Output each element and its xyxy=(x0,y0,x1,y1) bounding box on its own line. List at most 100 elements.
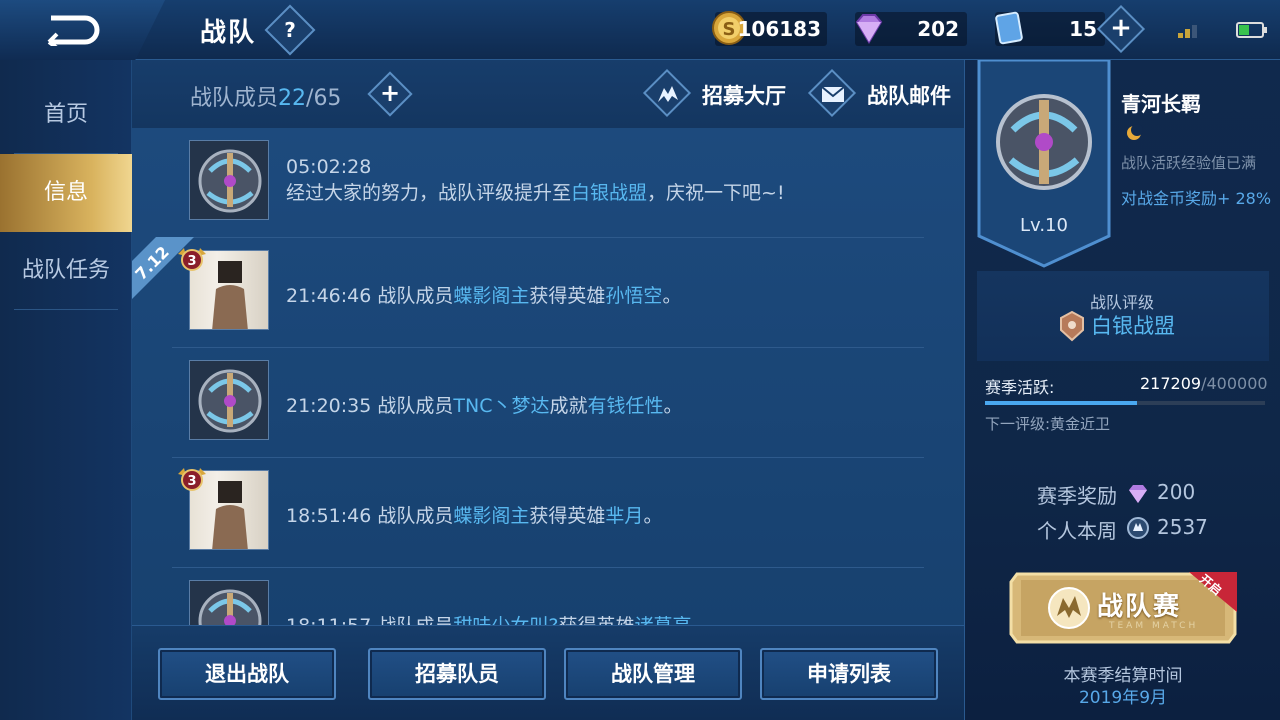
achievement-link[interactable]: 有钱任性 xyxy=(588,395,664,417)
season-active-current: 217209 xyxy=(1140,374,1202,393)
moon-icon xyxy=(1127,124,1143,140)
weekly-points: 个人本周 2537 xyxy=(1037,515,1208,544)
plus-icon: + xyxy=(1110,13,1132,43)
gem-counter: 202 xyxy=(855,12,967,46)
date-flag: 7.12 xyxy=(132,237,194,299)
diamond-icon xyxy=(855,14,883,44)
team-match-button[interactable]: 战队赛 TEAM MATCH 开启 xyxy=(1009,572,1237,644)
rating-link[interactable]: 白银战盟 xyxy=(571,182,647,204)
team-match-title: 战队赛 xyxy=(1097,592,1182,622)
diamond-icon xyxy=(1129,485,1147,503)
member-name-link[interactable]: 蝶影阁主 xyxy=(453,505,529,527)
team-emblem-avatar xyxy=(189,140,269,220)
nav-item-label: 信息 xyxy=(43,180,88,205)
team-emblem-avatar xyxy=(189,360,269,440)
application-list-button[interactable]: 申请列表 xyxy=(760,648,938,700)
members-header: 战队成员22/65 + 招募大厅 战队邮件 xyxy=(132,60,964,128)
season-reward-label: 赛季奖励 xyxy=(1037,484,1117,508)
rank-badge-icon: 3 xyxy=(178,468,206,491)
team-points-icon xyxy=(1127,517,1149,539)
feed-item: 18:51:46 战队成员蝶影阁主获得英雄芈月。 xyxy=(172,458,924,568)
message-feed[interactable]: 05:02:28 经过大家的努力，战队评级提升至白银战盟，庆祝一下吧~! 21:… xyxy=(132,128,964,625)
recruit-members-button[interactable]: 招募队员 xyxy=(368,648,546,700)
back-arrow-icon xyxy=(47,15,100,46)
nav-divider xyxy=(14,309,118,310)
member-name-link[interactable]: 甜味少女叫? xyxy=(453,615,558,625)
weekly-label: 个人本周 xyxy=(1037,519,1117,543)
quit-team-button[interactable]: 退出战队 xyxy=(158,648,336,700)
message-segment: 经过大家的努力，战队评级提升至 xyxy=(286,182,572,204)
season-active-label: 赛季活跃: xyxy=(985,378,1055,397)
team-emblem-shield[interactable] xyxy=(977,60,1111,268)
message-segment: 战队成员 xyxy=(371,395,454,417)
season-active-value: 217209/400000 xyxy=(1140,374,1268,393)
back-button[interactable] xyxy=(0,0,165,60)
member-name-link[interactable]: 蝶影阁主 xyxy=(453,285,529,307)
message-time: 05:02:28 xyxy=(286,156,372,178)
exp-status: 战队活跃经验值已满 xyxy=(1121,154,1257,172)
hero-name-link[interactable]: 芈月 xyxy=(605,505,643,527)
message-time: 21:46:46 xyxy=(286,285,372,307)
team-match-subtitle: TEAM MATCH xyxy=(1109,621,1199,631)
nav-item-label: 战队任务 xyxy=(21,258,110,283)
page-title: 战队 xyxy=(200,18,257,48)
message-text: 21:20:35 战队成员TNC丶梦达成就有钱任性。 xyxy=(286,391,683,418)
feed-item: 21:20:35 战队成员TNC丶梦达成就有钱任性。 xyxy=(172,348,924,458)
season-progress-bar xyxy=(985,401,1265,405)
team-emblem-avatar xyxy=(189,580,269,625)
team-info-screen: 战队 ? S 106183 202 15 + 首页 信息 战队任务 战队成员22… xyxy=(0,0,1280,720)
nav-item-home[interactable]: 首页 xyxy=(0,76,132,154)
hero-name-link[interactable]: 诸葛亮 xyxy=(635,615,692,625)
hero-name-link[interactable]: 孙悟空 xyxy=(605,285,662,307)
coin-counter: S 106183 xyxy=(712,11,827,46)
message-segment: 战队成员 xyxy=(371,505,454,527)
message-time: 21:20:35 xyxy=(286,395,372,417)
nav-item-team-tasks[interactable]: 战队任务 xyxy=(0,232,132,310)
team-name: 青河长羁 xyxy=(1121,92,1201,116)
message-segment: 战队成员 xyxy=(371,285,454,307)
add-member-button[interactable]: + xyxy=(367,71,413,117)
message-segment: 战队成员 xyxy=(371,615,453,625)
mail-icon xyxy=(821,86,845,102)
message-segment: 获得英雄 xyxy=(529,505,606,527)
recruit-hall-label: 招募大厅 xyxy=(702,84,786,108)
coin-value: 106183 xyxy=(737,17,822,41)
season-active-max: /400000 xyxy=(1201,374,1268,393)
coin-bonus: 对战金币奖励+ 28% xyxy=(1121,189,1272,208)
anchor-emblem-icon xyxy=(198,369,262,433)
message-text: 18:51:46 战队成员蝶影阁主获得英雄芈月。 xyxy=(286,501,662,528)
team-mail-label: 战队邮件 xyxy=(867,84,951,108)
nav-item-label: 首页 xyxy=(43,102,88,127)
message-text: 经过大家的努力，战队评级提升至白银战盟，庆祝一下吧~! xyxy=(286,178,785,205)
top-bar: 战队 ? S 106183 202 15 + xyxy=(0,0,1280,60)
member-name-link[interactable]: TNC丶梦达 xyxy=(453,395,549,417)
card-value: 15 xyxy=(1069,17,1097,41)
message-text: 18:11:57 战队成员甜味少女叫?获得英雄诸葛亮 xyxy=(286,611,692,625)
card-ticket-icon xyxy=(995,11,1023,45)
season-reward: 赛季奖励 200 xyxy=(1037,480,1195,509)
team-level: Lv.10 xyxy=(1020,215,1068,236)
feed-item: 21:46:46 战队成员蝶影阁主获得英雄孙悟空。 xyxy=(172,238,924,348)
svg-text:S: S xyxy=(723,19,736,40)
anchor-emblem-icon xyxy=(198,589,262,625)
wolf-emblem-icon xyxy=(658,86,678,102)
nav-item-info[interactable]: 信息 xyxy=(0,154,132,232)
action-footer: 退出战队 招募队员 战队管理 申请列表 xyxy=(132,625,964,720)
silver-rank-icon xyxy=(1060,310,1084,342)
battery-icon xyxy=(1236,22,1267,38)
anchor-emblem-icon xyxy=(198,149,262,213)
weekly-value: 2537 xyxy=(1157,515,1208,539)
feed-item: 05:02:28 经过大家的努力，战队评级提升至白银战盟，庆祝一下吧~! xyxy=(172,128,924,238)
card-counter: 15 xyxy=(995,11,1105,46)
message-segment: 。 xyxy=(662,285,682,307)
message-segment: 。 xyxy=(643,505,663,527)
message-segment: ，庆祝一下吧~! xyxy=(647,182,785,204)
feed-item: 18:11:57 战队成员甜味少女叫?获得英雄诸葛亮 xyxy=(172,568,924,625)
gem-value: 202 xyxy=(917,17,959,41)
member-count: 战队成员22/65 xyxy=(190,80,341,112)
season-progress-fill xyxy=(985,401,1138,405)
team-manage-button[interactable]: 战队管理 xyxy=(564,648,742,700)
season-reward-value: 200 xyxy=(1157,480,1196,504)
help-button[interactable]: ? xyxy=(264,4,316,56)
side-nav: 首页 信息 战队任务 xyxy=(0,60,132,720)
